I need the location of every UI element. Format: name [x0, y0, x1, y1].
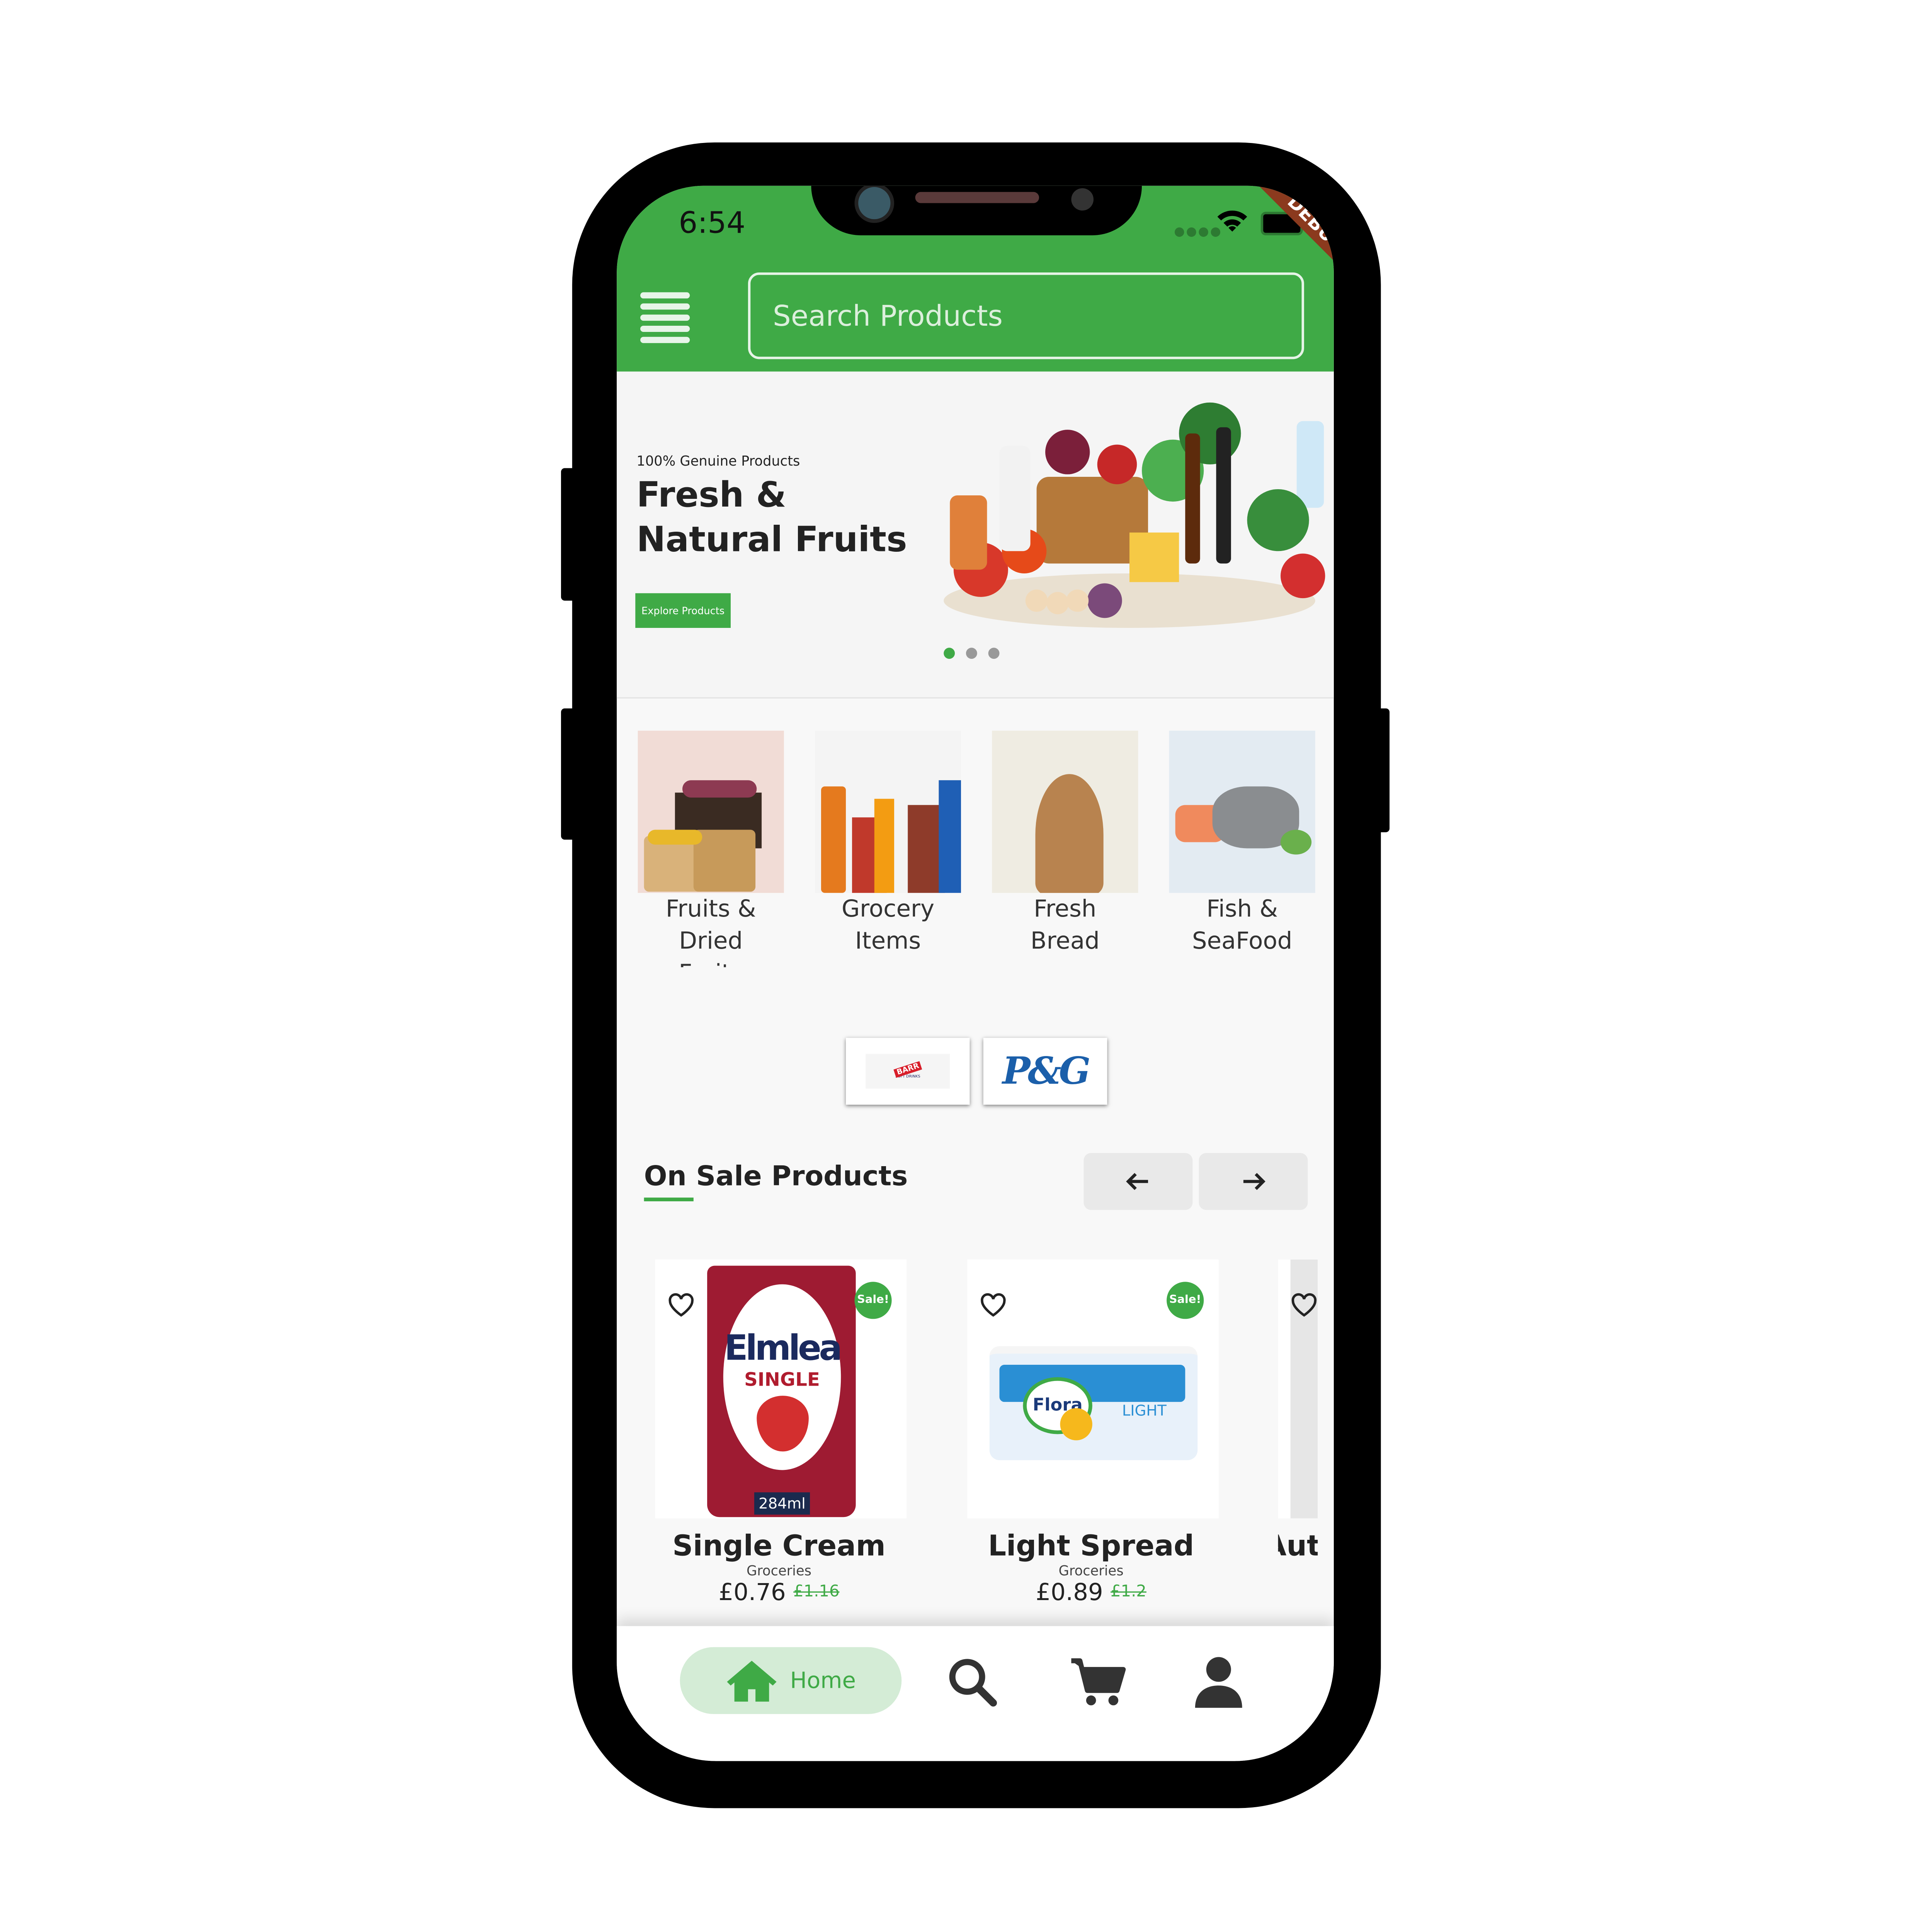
category-label: Fruits &DriedFruits [665, 895, 756, 967]
heart-icon[interactable] [1291, 1293, 1318, 1318]
next-button[interactable] [1199, 1153, 1308, 1210]
carousel-dot[interactable] [988, 648, 1000, 659]
product-card[interactable]: Elmlea SINGLE 284ml Sale! Single Cream G… [624, 1259, 934, 1607]
sale-badge: Sale! [854, 1282, 892, 1319]
heart-icon[interactable] [980, 1293, 1007, 1318]
product-name: Single Cream [672, 1531, 886, 1563]
product-price: £0.89 £1.2 [1036, 1579, 1146, 1607]
category-label: Grocery Items [841, 895, 935, 955]
explore-products-button[interactable]: Explore Products [635, 593, 731, 628]
banner-kicker: 100% Genuine Products [636, 453, 800, 469]
category-grocery[interactable]: Grocery Items [815, 731, 975, 957]
camera-icon [854, 185, 895, 223]
category-fruits[interactable]: Fruits &DriedFruits [638, 731, 798, 967]
home-icon [727, 1661, 777, 1702]
arrow-right-icon [1243, 1173, 1265, 1190]
carousel-dot-active[interactable] [944, 648, 955, 659]
category-bread[interactable]: Fresh Bread [992, 731, 1151, 957]
category-label: Fish & SeaFood [1192, 895, 1293, 955]
bottom-nav: Home [617, 1626, 1334, 1761]
app-screen: 6:54 ●●●● DEBUG 100% Genuine Products Fr… [617, 185, 1334, 1761]
section-underline [644, 1197, 694, 1201]
search-input[interactable] [770, 275, 1296, 359]
old-price: £1.2 [1111, 1583, 1146, 1602]
category-image [638, 731, 784, 893]
menu-button[interactable] [640, 292, 690, 348]
brand-barr[interactable]: BARR SOFT DRINKS [846, 1037, 970, 1105]
carousel-dot[interactable] [966, 648, 977, 659]
old-price: £1.16 [793, 1583, 840, 1602]
section-title: On Sale Products [644, 1162, 908, 1193]
profile-icon[interactable] [1194, 1656, 1243, 1708]
banner-title-line: Natural Fruits [636, 519, 907, 560]
banner-title-line: Fresh & [636, 474, 786, 515]
wifi-icon [1217, 211, 1247, 232]
status-time: 6:54 [679, 206, 746, 240]
app-header: 6:54 ●●●● DEBUG [617, 185, 1334, 372]
product-name: Aut [1278, 1531, 1318, 1563]
speaker-grille [915, 192, 1039, 203]
banner-title: Fresh & Natural Fruits [636, 473, 907, 562]
brand-pg[interactable]: P&G [983, 1037, 1107, 1105]
prev-button[interactable] [1083, 1153, 1193, 1210]
category-image [1169, 731, 1315, 893]
search-field[interactable] [748, 272, 1304, 359]
arrow-left-icon [1126, 1173, 1148, 1190]
product-category: Groceries [1058, 1563, 1124, 1579]
category-label: Fresh Bread [1030, 895, 1100, 955]
category-image [815, 731, 961, 893]
signal-icon: ●●●● [1174, 225, 1223, 239]
promo-banner: 100% Genuine Products Fresh & Natural Fr… [617, 371, 1334, 699]
product-category: Groceries [746, 1563, 812, 1579]
heart-icon[interactable] [668, 1293, 695, 1318]
product-card[interactable]: Aut [1278, 1259, 1318, 1631]
nav-home[interactable]: Home [680, 1647, 902, 1714]
sale-badge: Sale! [1167, 1282, 1204, 1319]
product-price: £0.76 £1.16 [718, 1579, 840, 1607]
notch [811, 185, 1142, 235]
sensor-icon [1071, 188, 1094, 211]
nav-home-label: Home [790, 1667, 856, 1694]
category-fish[interactable]: Fish & SeaFood [1169, 731, 1329, 957]
product-card[interactable]: Flora LIGHT Sale! Light Spread Groceries… [936, 1259, 1246, 1607]
category-image [992, 731, 1138, 893]
search-icon[interactable] [947, 1657, 997, 1707]
groceries-basket-image [944, 402, 1325, 628]
barr-logo: BARR SOFT DRINKS [866, 1054, 950, 1089]
cart-icon[interactable] [1070, 1657, 1127, 1706]
product-name: Light Spread [988, 1531, 1194, 1563]
debug-banner: DEBUG [1254, 185, 1334, 287]
